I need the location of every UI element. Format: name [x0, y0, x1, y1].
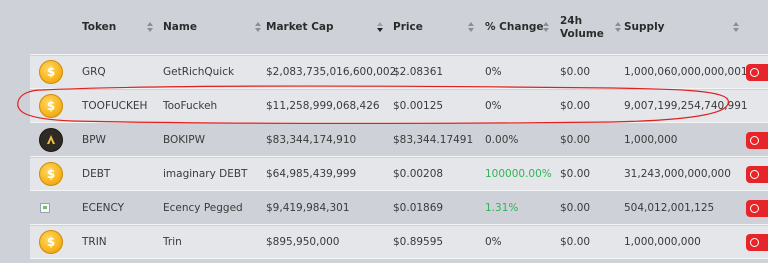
- svg-text:$: $: [47, 167, 55, 181]
- sort-toggle-icon[interactable]: [468, 22, 475, 33]
- circle-icon: [750, 238, 759, 247]
- price-value: $0.00125: [393, 100, 444, 112]
- volume-value: $0.00: [560, 168, 591, 180]
- table-row[interactable]: $ TRIN Trin $895,950,000 $0.89595 0% $0.…: [30, 226, 768, 259]
- table-row[interactable]: BPW BOKIPW $83,344,174,910 $83,344.17491…: [30, 124, 768, 157]
- broken-image-icon: [40, 203, 50, 213]
- market-cap-value: $2,083,735,016,600,002: [266, 66, 397, 78]
- market-cap-value: $895,950,000: [266, 236, 340, 248]
- row-action-button[interactable]: [746, 200, 768, 217]
- market-cap-value: $64,985,439,999: [266, 168, 357, 180]
- gold-coin-icon: $: [39, 162, 63, 186]
- token-table: Token Name Market Cap Price % Change 24h…: [30, 0, 768, 263]
- token-symbol[interactable]: DEBT: [82, 158, 110, 190]
- volume-value: $0.00: [560, 134, 591, 146]
- column-header-price[interactable]: Price: [393, 0, 423, 55]
- column-header-label: Market Cap: [266, 21, 334, 33]
- token-name[interactable]: BOKIPW: [163, 124, 205, 156]
- price-value: $0.89595: [393, 236, 444, 248]
- change-value: 100000.00%: [485, 168, 552, 180]
- supply-value: 9,007,199,254,740,991: [624, 100, 748, 112]
- column-header-supply[interactable]: Supply: [624, 0, 665, 55]
- column-header-change[interactable]: % Change: [485, 0, 544, 55]
- token-name[interactable]: TooFuckeh: [163, 90, 217, 122]
- row-action-button[interactable]: [746, 64, 768, 81]
- table-row[interactable]: $ GRQ GetRichQuick $2,083,735,016,600,00…: [30, 56, 768, 89]
- price-value: $0.01869: [393, 202, 444, 214]
- market-cap-value: $11,258,999,068,426: [266, 100, 380, 112]
- market-cap-value: $9,419,984,301: [266, 202, 350, 214]
- sort-toggle-icon[interactable]: [615, 22, 622, 33]
- svg-text:$: $: [47, 65, 55, 79]
- price-value: $0.00208: [393, 168, 444, 180]
- table-row[interactable]: $ TOOFUCKEH TooFuckeh $11,258,999,068,42…: [30, 90, 768, 123]
- token-name[interactable]: GetRichQuick: [163, 56, 234, 88]
- column-header-market-cap[interactable]: Market Cap: [266, 0, 334, 55]
- sort-toggle-icon[interactable]: [733, 22, 740, 33]
- volume-value: $0.00: [560, 236, 591, 248]
- table-header: Token Name Market Cap Price % Change 24h…: [30, 0, 768, 55]
- gold-coin-icon: $: [39, 94, 63, 118]
- column-header-volume[interactable]: 24h Volume: [560, 0, 604, 55]
- column-header-name[interactable]: Name: [163, 0, 197, 55]
- price-value: $83,344.17491: [393, 134, 474, 146]
- token-symbol[interactable]: BPW: [82, 124, 106, 156]
- svg-text:$: $: [47, 235, 55, 249]
- row-action-button[interactable]: [746, 132, 768, 149]
- supply-value: 1,000,060,000,000,001: [624, 66, 748, 78]
- column-header-label: Token: [82, 21, 117, 33]
- gold-coin-icon: $: [39, 230, 63, 254]
- svg-text:$: $: [47, 99, 55, 113]
- token-name[interactable]: Trin: [163, 226, 182, 258]
- column-header-label: Price: [393, 21, 423, 33]
- token-name[interactable]: imaginary DEBT: [163, 158, 247, 190]
- supply-value: 1,000,000: [624, 134, 678, 146]
- sort-toggle-icon[interactable]: [543, 22, 550, 33]
- token-symbol[interactable]: GRQ: [82, 56, 106, 88]
- table-row[interactable]: $ DEBT imaginary DEBT $64,985,439,999 $0…: [30, 158, 768, 191]
- change-value: 0.00%: [485, 134, 519, 146]
- column-header-label: Supply: [624, 21, 665, 33]
- volume-value: $0.00: [560, 100, 591, 112]
- token-symbol[interactable]: ECENCY: [82, 192, 124, 224]
- change-value: 1.31%: [485, 202, 519, 214]
- bokipw-logo-icon: [39, 128, 63, 152]
- sort-descending-icon[interactable]: [377, 22, 384, 33]
- supply-value: 504,012,001,125: [624, 202, 715, 214]
- circle-icon: [750, 204, 759, 213]
- circle-icon: [750, 136, 759, 145]
- change-value: 0%: [485, 66, 502, 78]
- token-symbol[interactable]: TRIN: [82, 226, 107, 258]
- sort-toggle-icon[interactable]: [255, 22, 262, 33]
- column-header-token[interactable]: Token: [82, 0, 116, 55]
- circle-icon: [750, 68, 759, 77]
- circle-icon: [750, 170, 759, 179]
- column-header-label: % Change: [485, 21, 544, 33]
- market-cap-value: $83,344,174,910: [266, 134, 357, 146]
- gold-coin-icon: $: [39, 60, 63, 84]
- column-header-label: 24h Volume: [560, 14, 604, 40]
- supply-value: 1,000,000,000: [624, 236, 701, 248]
- change-value: 0%: [485, 236, 502, 248]
- column-header-label: Name: [163, 21, 197, 33]
- sort-toggle-icon[interactable]: [147, 22, 154, 33]
- volume-value: $0.00: [560, 66, 591, 78]
- token-symbol[interactable]: TOOFUCKEH: [82, 90, 147, 122]
- row-action-button[interactable]: [746, 234, 768, 251]
- change-value: 0%: [485, 100, 502, 112]
- price-value: $2.08361: [393, 66, 444, 78]
- table-row[interactable]: ECENCY Ecency Pegged $9,419,984,301 $0.0…: [30, 192, 768, 225]
- volume-value: $0.00: [560, 202, 591, 214]
- supply-value: 31,243,000,000,000: [624, 168, 731, 180]
- row-action-button[interactable]: [746, 166, 768, 183]
- token-name[interactable]: Ecency Pegged: [163, 192, 243, 224]
